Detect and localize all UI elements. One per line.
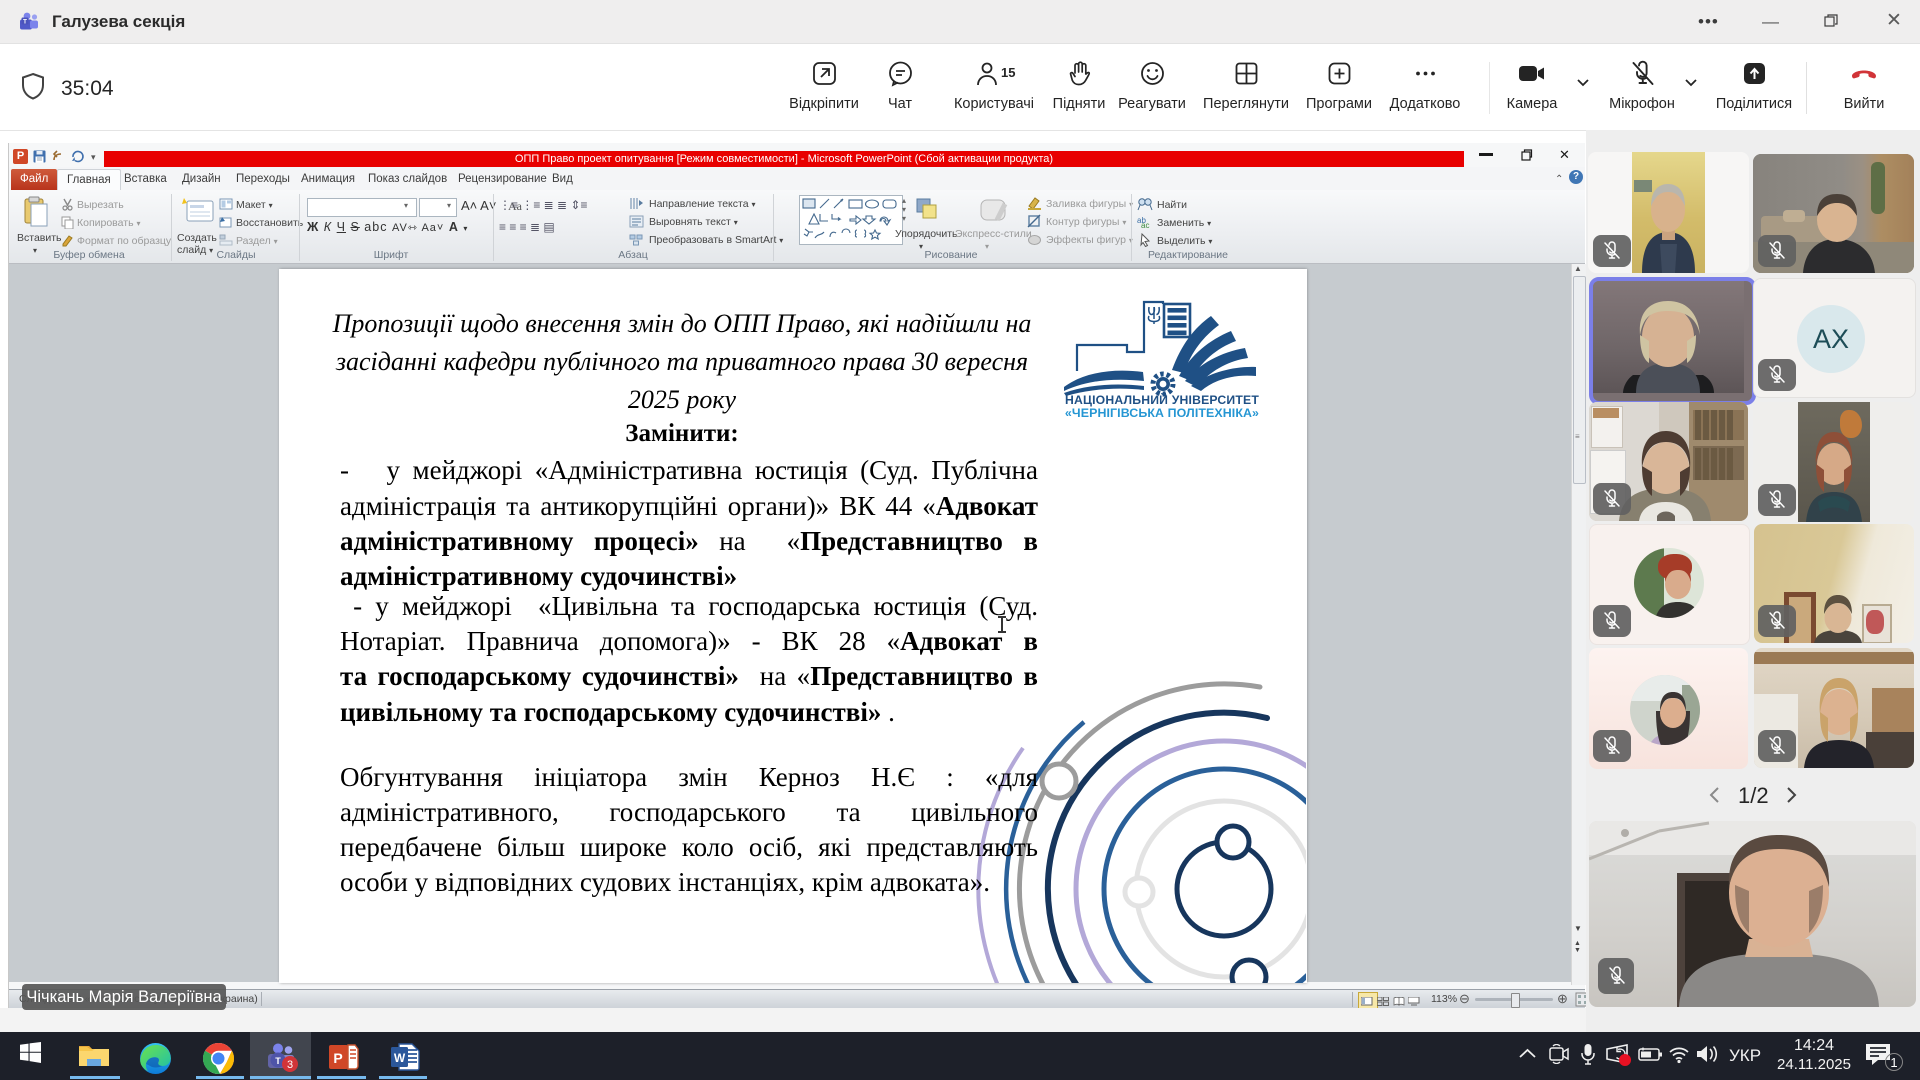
svg-text:W: W [394, 1051, 406, 1065]
svg-text:15: 15 [1001, 65, 1015, 80]
svg-text:НАЦІОНАЛЬНИЙ УНІВЕРСИТЕТ: НАЦІОНАЛЬНИЙ УНІВЕРСИТЕТ [1065, 392, 1259, 407]
svg-text:T: T [23, 18, 27, 25]
svg-text:3: 3 [287, 1059, 293, 1071]
svg-text:P: P [333, 1050, 342, 1066]
svg-text:ac: ac [1141, 221, 1149, 229]
svg-text:T: T [275, 1056, 281, 1066]
svg-text:«ЧЕРНІГІВСЬКА ПОЛІТЕХНІКА»: «ЧЕРНІГІВСЬКА ПОЛІТЕХНІКА» [1065, 406, 1259, 420]
svg-text:1: 1 [1890, 1055, 1897, 1070]
